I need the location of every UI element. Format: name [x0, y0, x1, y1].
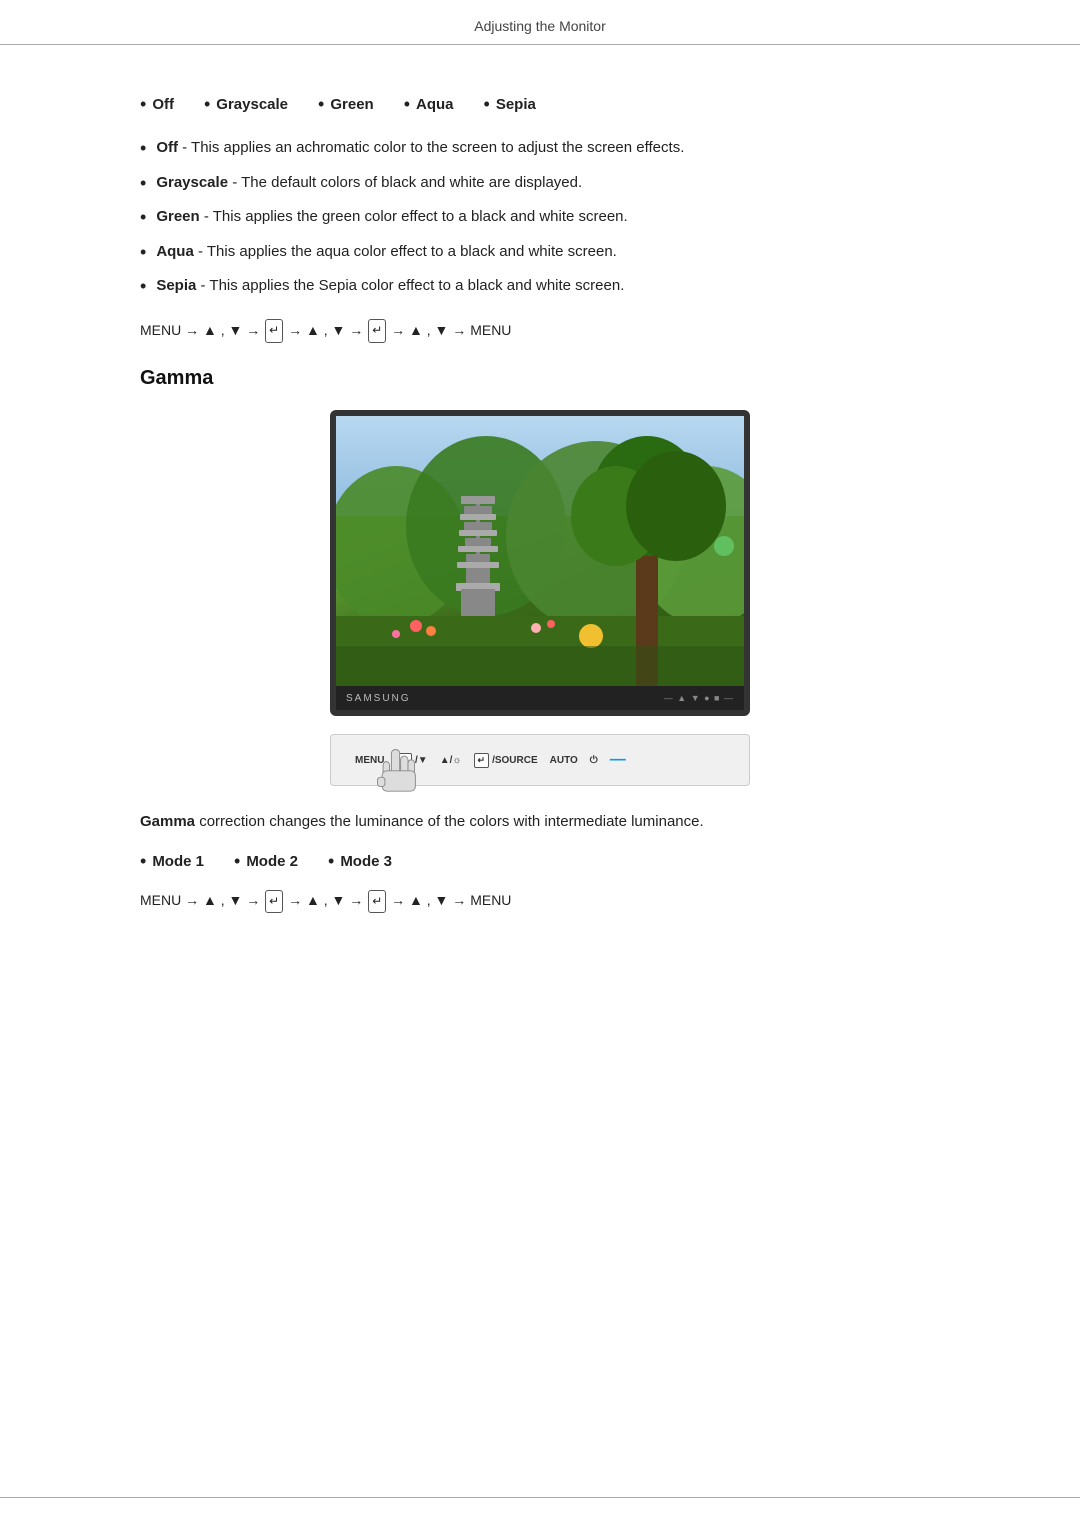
page-title: Adjusting the Monitor: [474, 18, 606, 34]
desc-sepia-bold: Sepia: [156, 277, 196, 294]
hand-cursor-image: [371, 745, 421, 805]
bullet-dot: •: [204, 95, 210, 113]
nav-sequence-1: MENU → ▲ , ▼ → ↵ → ▲ , ▼ → ↵ → ▲ , ▼ → M…: [140, 318, 940, 343]
option-sepia-label: Sepia: [496, 96, 536, 113]
monitor-indicators: — ▲ ▼ ● ■ —: [664, 693, 734, 703]
list-item: • Grayscale - The default colors of blac…: [140, 166, 940, 201]
enter-icon: ↵: [265, 319, 283, 343]
gamma-section-title: Gamma: [140, 367, 940, 390]
bullet-dot: •: [140, 95, 146, 113]
monitor-brand: SAMSUNG — ▲ ▼ ● ■ —: [336, 686, 744, 710]
color-options-row: • Off • Grayscale • Green • Aqua • Sepia: [140, 95, 940, 113]
list-item: • Aqua - This applies the aqua color eff…: [140, 235, 940, 270]
bullet-icon: •: [140, 138, 146, 160]
mode-2-label: Mode 2: [246, 853, 298, 870]
list-item: • Green - This applies the green color e…: [140, 200, 940, 235]
main-content: • Off • Grayscale • Green • Aqua • Sepia…: [0, 45, 1080, 997]
monitor-frame: SAMSUNG — ▲ ▼ ● ■ —: [330, 410, 750, 716]
bullet-dot: •: [234, 852, 240, 870]
monitor-screen: [336, 416, 744, 686]
monitor-image-container: SAMSUNG — ▲ ▼ ● ■ —: [140, 410, 940, 786]
mode-3-option: • Mode 3: [328, 852, 392, 870]
option-grayscale-label: Grayscale: [216, 96, 288, 113]
mode-1-option: • Mode 1: [140, 852, 204, 870]
brand-name: SAMSUNG: [346, 693, 411, 704]
descriptions-list: • Off - This applies an achromatic color…: [140, 131, 940, 304]
desc-green-text: - This applies the green color effect to…: [204, 208, 628, 225]
nav-sequence-2: MENU → ▲ , ▼ → ↵ → ▲ , ▼ → ↵ → ▲ , ▼ → M…: [140, 888, 940, 913]
gamma-desc-bold: Gamma: [140, 813, 195, 830]
bullet-icon: •: [140, 173, 146, 195]
mode-options-row: • Mode 1 • Mode 2 • Mode 3: [140, 852, 940, 870]
page-footer: [0, 1497, 1080, 1527]
option-aqua: • Aqua: [404, 95, 454, 113]
desc-grayscale-bold: Grayscale: [156, 174, 228, 191]
enter-icon: ↵: [265, 890, 283, 914]
bullet-dot: •: [404, 95, 410, 113]
option-sepia: • Sepia: [484, 95, 536, 113]
desc-off-bold: Off: [156, 139, 178, 156]
page-header: Adjusting the Monitor: [0, 0, 1080, 45]
desc-grayscale-text: - The default colors of black and white …: [232, 174, 582, 191]
option-green-label: Green: [330, 96, 373, 113]
bullet-icon: •: [140, 276, 146, 298]
option-green: • Green: [318, 95, 374, 113]
bullet-dot: •: [484, 95, 490, 113]
enter-icon: ↵: [368, 890, 386, 914]
monitor-controls-bar: MENU ↵ /▼ ▲/☼ ↵ /SOURCE AUTO ⏻ —: [330, 734, 750, 786]
list-item: • Off - This applies an achromatic color…: [140, 131, 940, 166]
desc-aqua: Aqua - This applies the aqua color effec…: [156, 241, 617, 264]
garden-scene-svg: [336, 416, 744, 686]
desc-off-text: - This applies an achromatic color to th…: [182, 139, 684, 156]
option-off-label: Off: [152, 96, 174, 113]
list-item: • Sepia - This applies the Sepia color e…: [140, 269, 940, 304]
option-grayscale: • Grayscale: [204, 95, 288, 113]
option-aqua-label: Aqua: [416, 96, 454, 113]
hand-cursor-svg: [371, 745, 421, 805]
minus-button: —: [610, 751, 626, 769]
bullet-dot: •: [140, 852, 146, 870]
bullet-dot: •: [328, 852, 334, 870]
mode-1-label: Mode 1: [152, 853, 204, 870]
bullet-icon: •: [140, 242, 146, 264]
power-button: ⏻: [590, 755, 598, 766]
mode-3-label: Mode 3: [340, 853, 392, 870]
desc-green-bold: Green: [156, 208, 199, 225]
up-brightness-button: ▲/☼: [440, 755, 462, 766]
gamma-description: Gamma correction changes the luminance o…: [140, 810, 940, 834]
enter-icon: ↵: [368, 319, 386, 343]
auto-button: AUTO: [550, 755, 578, 766]
option-off: • Off: [140, 95, 174, 113]
desc-aqua-bold: Aqua: [156, 243, 194, 260]
enter-source-button: ↵ /SOURCE: [474, 753, 538, 768]
desc-sepia-text: - This applies the Sepia color effect to…: [201, 277, 625, 294]
bullet-icon: •: [140, 207, 146, 229]
desc-grayscale: Grayscale - The default colors of black …: [156, 172, 582, 195]
desc-green: Green - This applies the green color eff…: [156, 206, 627, 229]
bullet-dot: •: [318, 95, 324, 113]
enter-source-icon-box: ↵: [474, 753, 490, 768]
gamma-desc-text: correction changes the luminance of the …: [195, 813, 704, 830]
desc-aqua-text: - This applies the aqua color effect to …: [198, 243, 617, 260]
desc-off: Off - This applies an achromatic color t…: [156, 137, 684, 160]
mode-2-option: • Mode 2: [234, 852, 298, 870]
desc-sepia: Sepia - This applies the Sepia color eff…: [156, 275, 624, 298]
